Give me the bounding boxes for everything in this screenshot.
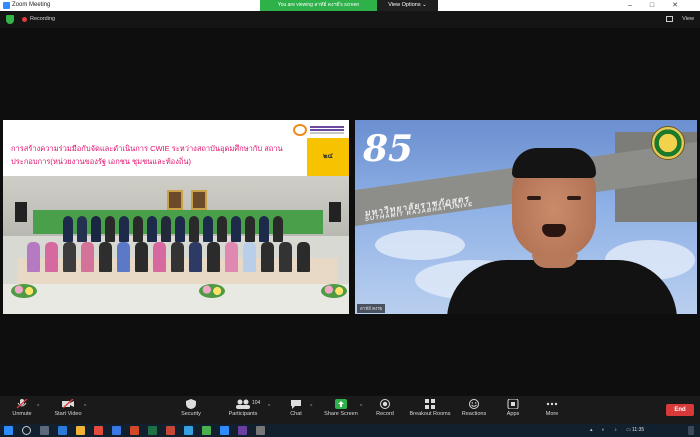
audio-options-caret[interactable]: ^ — [37, 404, 39, 410]
start-menu-icon[interactable] — [4, 426, 13, 435]
meeting-toolbar: Unmute ^ Start Video ^ Security Particip… — [0, 396, 700, 424]
unmute-label: Unmute — [12, 411, 32, 417]
pdf-reader-icon[interactable] — [166, 426, 175, 435]
zoom-taskbar-icon[interactable] — [220, 426, 229, 435]
record-label: Record — [376, 411, 394, 417]
minimize-icon[interactable]: – — [628, 2, 650, 9]
chat-button[interactable]: Chat — [271, 399, 321, 417]
participants-count: 104 — [252, 400, 261, 406]
task-view-icon[interactable] — [40, 426, 49, 435]
notifications-icon[interactable] — [688, 426, 694, 435]
breakout-rooms-label: Breakout Rooms — [409, 411, 451, 417]
view-grid-icon[interactable] — [666, 16, 673, 22]
participant-name-label: สาทัย์ คงรย — [357, 304, 386, 313]
speaker-eye-right — [567, 196, 581, 200]
breakout-rooms-button[interactable]: Breakout Rooms — [405, 399, 455, 417]
more-dots-icon — [546, 402, 558, 406]
word-icon[interactable] — [112, 426, 121, 435]
apps-icon — [507, 399, 519, 409]
shield-icon — [186, 399, 196, 409]
view-options-button[interactable]: View Options ⌄ — [377, 0, 438, 11]
window-title: Zoom Meeting — [12, 2, 51, 8]
share-screen-label: Share Screen — [324, 411, 358, 417]
chat-icon — [291, 400, 301, 409]
speaker-hair — [512, 148, 596, 178]
slide-header: การสร้างความร่วมมือกับจัดและดำเนินการ CW… — [3, 120, 349, 176]
file-explorer-icon[interactable] — [76, 426, 85, 435]
chat-options-caret[interactable]: ^ — [310, 404, 312, 410]
search-icon[interactable] — [22, 426, 31, 435]
unmute-button[interactable]: Unmute — [0, 399, 47, 417]
university-emblem — [651, 126, 685, 160]
share-screen-icon — [335, 399, 347, 409]
video-options-caret[interactable]: ^ — [84, 404, 86, 410]
settings-icon[interactable] — [256, 426, 265, 435]
speaker-mouth — [542, 224, 566, 237]
chat-label: Chat — [290, 411, 302, 417]
excel-icon[interactable] — [148, 426, 157, 435]
windows-taskbar: ▴ ◐ ♪ ▭ 11:35 — [0, 424, 700, 437]
end-meeting-button[interactable]: End — [666, 404, 694, 416]
group-photo — [3, 176, 349, 314]
participants-label: Participants — [228, 411, 258, 417]
taskbar-clock: 11:35 — [632, 427, 645, 433]
anniversary-number: 85 — [363, 128, 414, 170]
start-video-label: Start Video — [54, 411, 82, 417]
meeting-info-bar: Recording View — [0, 11, 700, 28]
maximize-icon[interactable]: □ — [650, 2, 672, 9]
system-tray[interactable]: ▴ ◐ ♪ ▭ — [590, 427, 635, 433]
chrome-icon[interactable] — [94, 426, 103, 435]
security-shield-icon[interactable] — [6, 15, 14, 24]
viewing-screen-label: You are viewing สาทัย์ คงฯย์'s screen — [260, 0, 377, 11]
recording-label: Recording — [30, 16, 56, 22]
edge-browser-icon[interactable] — [58, 426, 67, 435]
security-label: Security — [181, 411, 201, 417]
more-label: More — [545, 411, 559, 417]
video-tile-speaker[interactable]: มหาวิทยาลัยราชภัฏสุดร SUTHAMIT RAJABHAT … — [355, 120, 697, 314]
apps-label: Apps — [506, 411, 520, 417]
participants-options-caret[interactable]: ^ — [268, 404, 270, 410]
camera-off-icon — [62, 399, 74, 409]
microphone-muted-icon — [16, 399, 28, 409]
participants-button[interactable]: Participants — [218, 399, 268, 417]
window-controls[interactable]: –□✕ — [628, 1, 696, 9]
speaker-eye-left — [527, 196, 541, 200]
record-button[interactable]: Record — [360, 399, 410, 417]
participants-icon — [236, 399, 250, 409]
zoom-app-icon — [3, 2, 10, 9]
close-icon[interactable]: ✕ — [672, 2, 696, 9]
powerpoint-icon[interactable] — [130, 426, 139, 435]
line-app-icon[interactable] — [202, 426, 211, 435]
share-banner: You are viewing สาทัย์ คงฯย์'s screen Vi… — [260, 0, 438, 11]
speaker-body — [447, 260, 677, 314]
media-icon[interactable] — [238, 426, 247, 435]
slide-title: การสร้างความร่วมมือกับจัดและดำเนินการ CW… — [11, 144, 283, 166]
record-icon — [380, 399, 390, 409]
app-icon[interactable] — [184, 426, 193, 435]
more-button[interactable]: More — [527, 399, 577, 417]
smiley-icon — [469, 399, 479, 409]
organization-logo — [293, 124, 345, 136]
breakout-rooms-icon — [425, 399, 435, 409]
view-button[interactable]: View — [682, 16, 694, 22]
share-screen-button[interactable]: Share Screen — [316, 399, 366, 417]
slide-page-number: ๒๔ — [307, 138, 349, 176]
video-tile-shared-slide[interactable]: การสร้างความร่วมมือกับจัดและดำเนินการ CW… — [3, 120, 349, 314]
security-button[interactable]: Security — [166, 399, 216, 417]
recording-dot-icon — [22, 17, 27, 22]
reactions-label: Reactions — [461, 411, 487, 417]
